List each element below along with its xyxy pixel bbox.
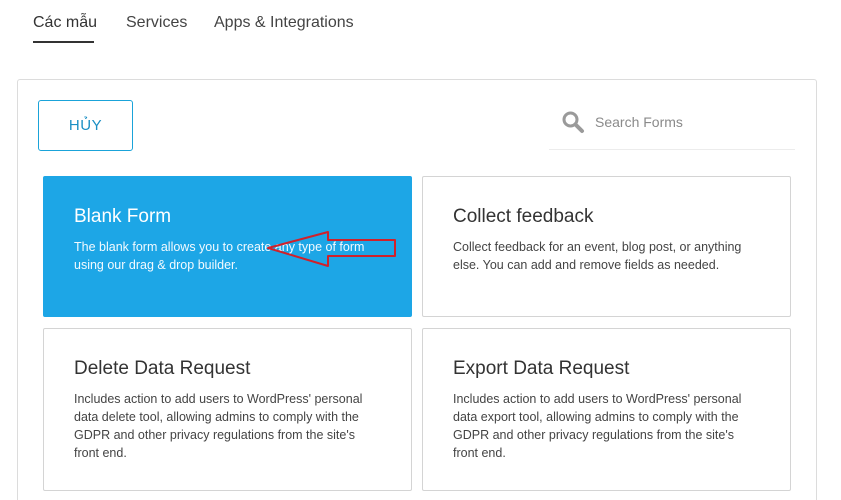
- tab-templates[interactable]: Các mẫu: [33, 14, 97, 32]
- search-input[interactable]: [595, 108, 785, 136]
- tab-services[interactable]: Services: [126, 14, 187, 32]
- card-description: Collect feedback for an event, blog post…: [453, 240, 742, 272]
- card-title: Delete Data Request: [74, 358, 251, 379]
- template-card-collect-feedback[interactable]: Collect feedback Collect feedback for an…: [422, 176, 791, 317]
- template-card-delete-data-request[interactable]: Delete Data Request Includes action to a…: [43, 328, 412, 491]
- card-description: Includes action to add users to WordPres…: [453, 392, 742, 460]
- search-box: [549, 100, 795, 150]
- active-tab-underline: [33, 41, 94, 43]
- card-description: Includes action to add users to WordPres…: [74, 392, 363, 460]
- card-title: Blank Form: [74, 206, 172, 227]
- template-card-export-data-request[interactable]: Export Data Request Includes action to a…: [422, 328, 791, 491]
- search-icon: [561, 110, 585, 134]
- cancel-button[interactable]: HỦY: [38, 100, 133, 151]
- tab-apps-integrations[interactable]: Apps & Integrations: [214, 14, 354, 32]
- card-title: Collect feedback: [453, 206, 594, 227]
- template-tabs: Các mẫu Services Apps & Integrations: [0, 0, 841, 60]
- template-card-blank-form[interactable]: Blank Form The blank form allows you to …: [43, 176, 412, 317]
- card-description: The blank form allows you to create any …: [74, 240, 365, 272]
- card-title: Export Data Request: [453, 358, 630, 379]
